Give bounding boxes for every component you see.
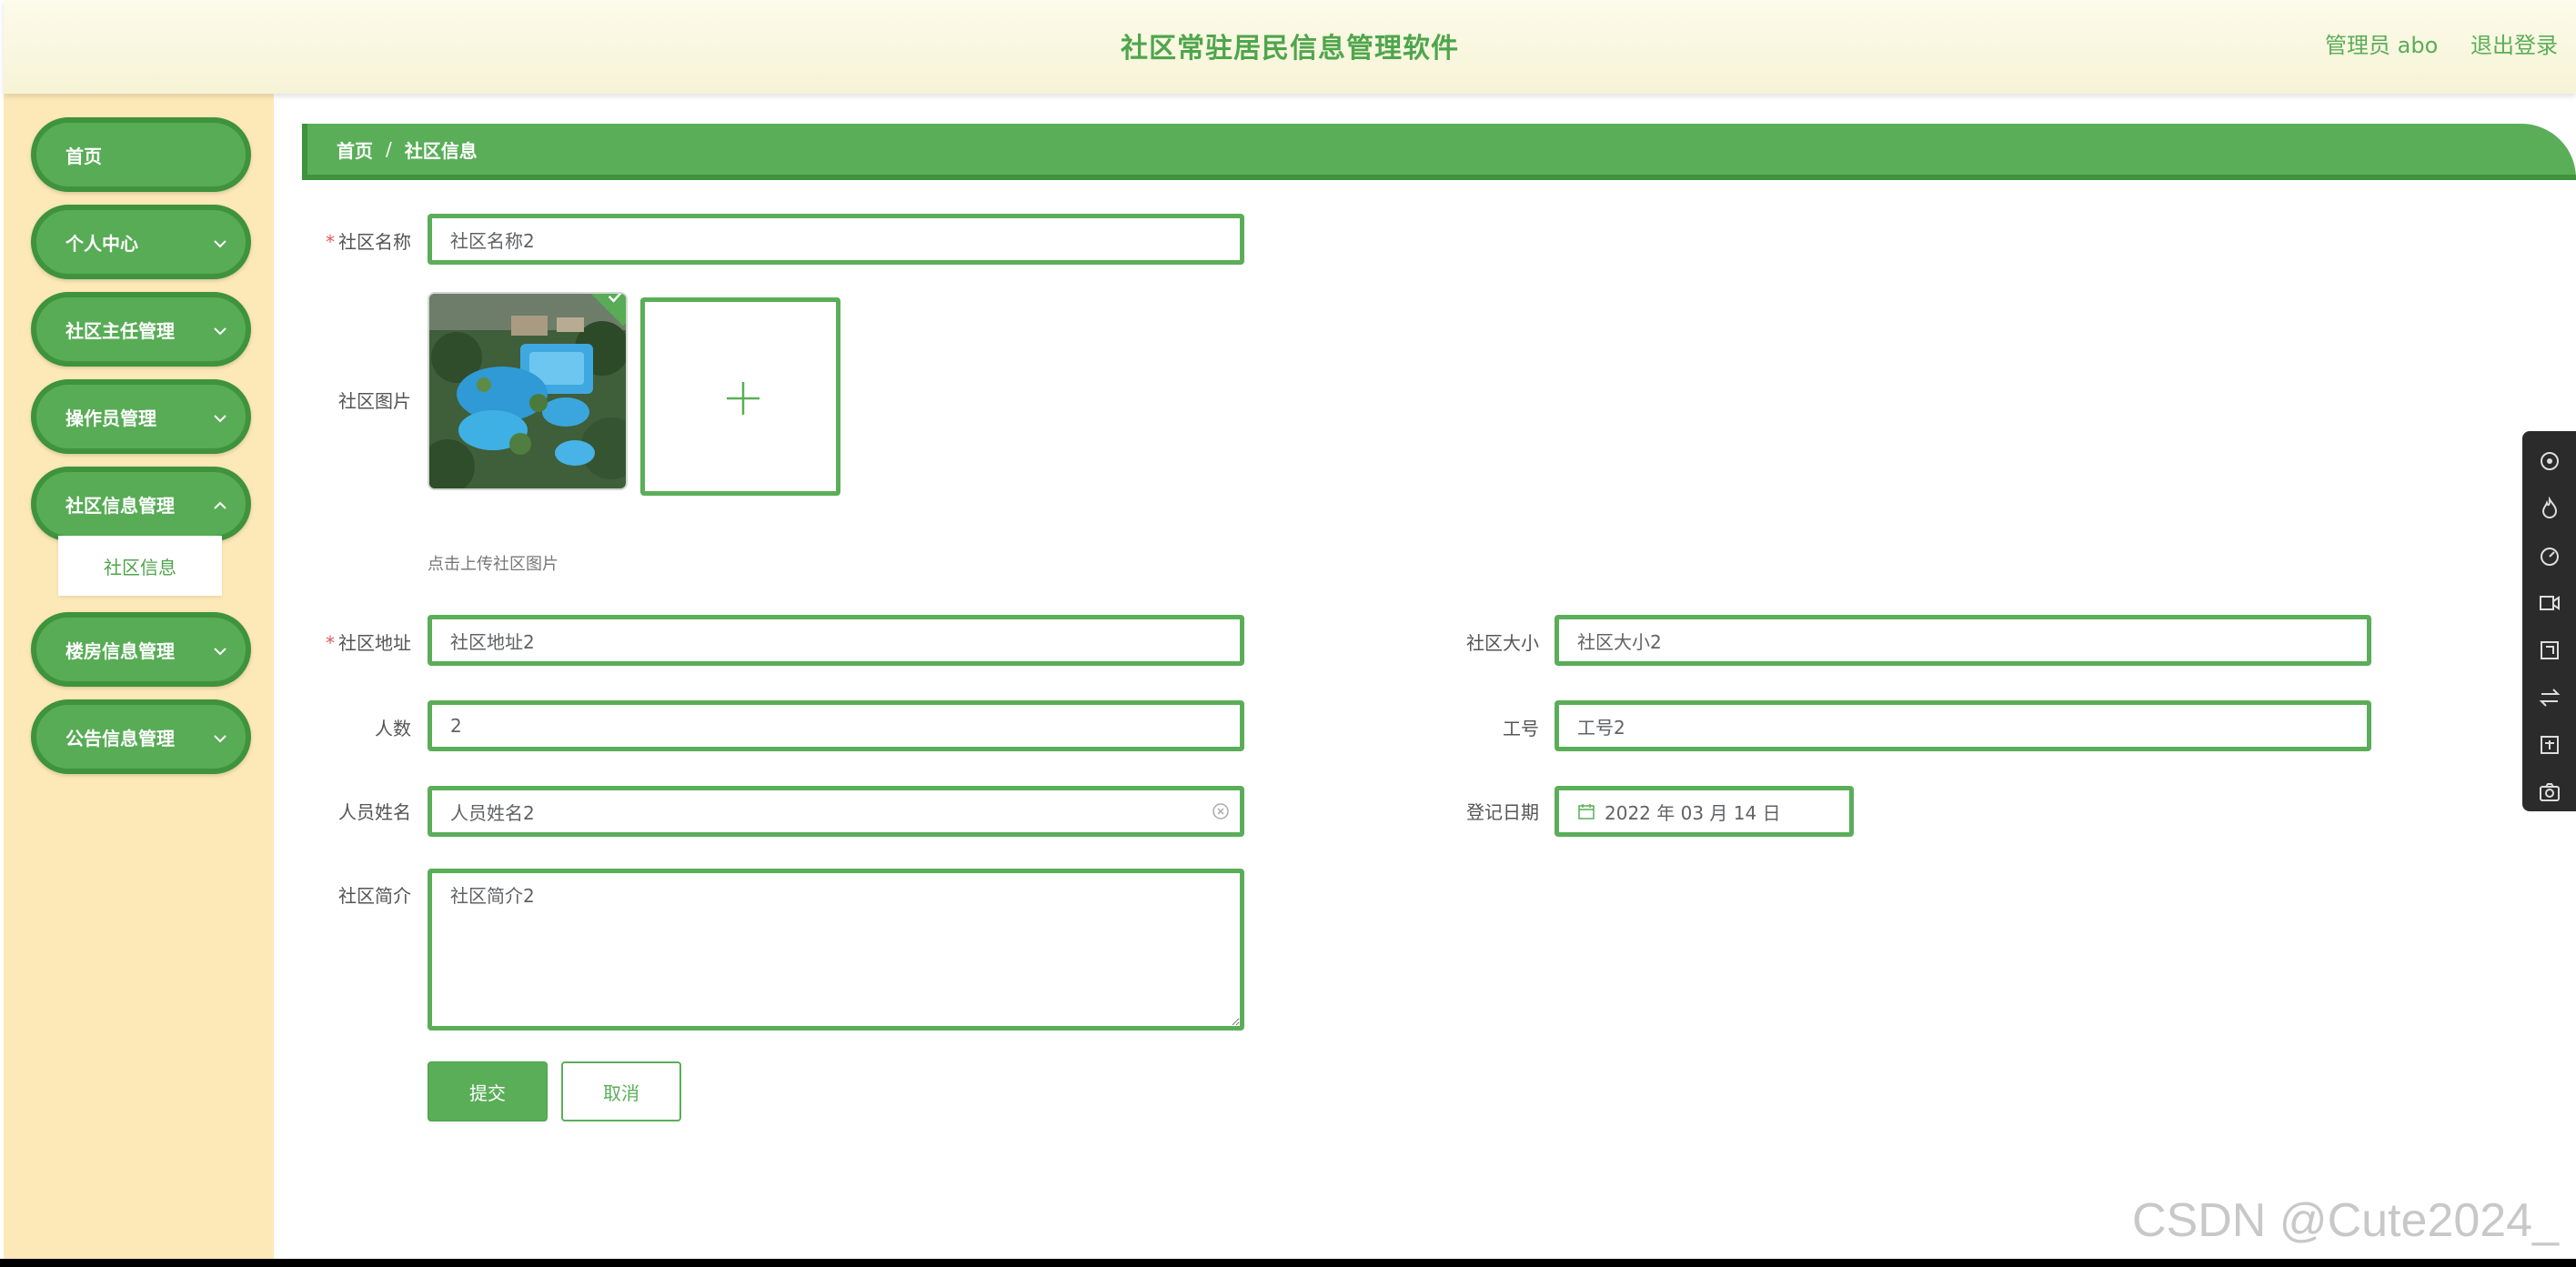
breadcrumb: 首页 / 社区信息 <box>302 124 2576 180</box>
clear-circle-icon[interactable] <box>1211 801 1231 821</box>
sidebar-item-building-management[interactable]: 楼房信息管理 <box>31 612 251 687</box>
sidebar-item-home[interactable]: 首页 <box>31 117 251 192</box>
sidebar-item-label: 公告信息管理 <box>65 727 175 749</box>
chevron-up-icon <box>214 501 226 509</box>
community-photo[interactable] <box>428 292 628 490</box>
person-name-value: 人员姓名2 <box>450 801 535 824</box>
breadcrumb-home[interactable]: 首页 <box>337 136 373 163</box>
reg-date-value: 2022 年 03 月 14 日 <box>1605 801 1781 824</box>
user-label: 管理员 abo <box>2325 33 2439 58</box>
people-count-input[interactable]: 2 <box>428 700 1244 751</box>
sidebar-item-label: 个人中心 <box>65 232 138 255</box>
top-header: 社区常驻居民信息管理软件 管理员 abo 退出登录 <box>4 0 2576 94</box>
name-label: * 社区名称 <box>266 227 411 254</box>
submit-button[interactable]: 提交 <box>428 1061 548 1121</box>
chevron-down-icon <box>214 415 226 423</box>
floating-toolbar <box>2522 431 2576 811</box>
search-circle-icon[interactable] <box>2538 449 2561 473</box>
sidebar-subitem-community-info[interactable]: 社区信息 <box>58 536 222 596</box>
sidebar-item-operator-management[interactable]: 操作员管理 <box>31 379 251 454</box>
camera-icon[interactable] <box>2538 780 2561 804</box>
size-label: 社区大小 <box>1466 632 1539 654</box>
sidebar-item-label: 社区主任管理 <box>65 319 175 342</box>
person-name-input[interactable]: 人员姓名2 <box>428 786 1244 837</box>
sidebar-item-community-info-management[interactable]: 社区信息管理 <box>31 467 251 541</box>
community-size-input[interactable]: 社区大小2 <box>1555 615 2371 666</box>
job-no-label: 工号 <box>1503 718 1539 739</box>
sidebar: 首页 个人中心 社区主任管理 操作员管理 社区信息管理 社区信息 楼房信息管理 … <box>4 94 274 1259</box>
sidebar-item-label: 首页 <box>65 145 102 167</box>
chevron-down-icon <box>214 240 226 248</box>
image-label: 社区图片 <box>338 390 411 412</box>
job-no-input[interactable]: 工号2 <box>1555 700 2371 751</box>
cancel-button[interactable]: 取消 <box>561 1061 681 1121</box>
upload-hint: 点击上传社区图片 <box>428 555 558 574</box>
calendar-icon <box>1578 804 1595 820</box>
logout-link[interactable]: 退出登录 <box>2470 27 2558 59</box>
sidebar-item-label: 楼房信息管理 <box>65 639 175 662</box>
required-mark: * <box>326 231 335 253</box>
translate-icon[interactable] <box>2538 733 2561 757</box>
video-record-icon[interactable] <box>2538 591 2561 615</box>
chevron-down-icon <box>214 648 226 656</box>
reg-date-label: 登记日期 <box>1466 801 1539 823</box>
sidebar-item-director-management[interactable]: 社区主任管理 <box>31 292 251 367</box>
person-name-label: 人员姓名 <box>338 801 411 823</box>
breadcrumb-current: 社区信息 <box>404 139 478 162</box>
screen-capture-icon[interactable] <box>2538 639 2561 662</box>
address-label-text: 社区地址 <box>338 632 411 654</box>
pool-photo-image <box>429 294 626 488</box>
sidebar-item-label: 社区信息管理 <box>65 494 175 517</box>
breadcrumb-separator: / <box>386 138 392 160</box>
sidebar-item-notice-management[interactable]: 公告信息管理 <box>31 699 251 774</box>
fire-icon[interactable] <box>2538 497 2561 520</box>
check-icon <box>608 294 623 303</box>
image-upload-button[interactable] <box>640 297 840 496</box>
plus-icon <box>727 382 760 415</box>
app-window: 社区常驻居民信息管理软件 管理员 abo 退出登录 首页 个人中心 社区主任管理… <box>0 0 2576 1259</box>
gauge-icon[interactable] <box>2538 544 2561 568</box>
watermark: CSDN @Cute2024_ <box>2132 1194 2560 1247</box>
community-address-input[interactable]: 社区地址2 <box>428 615 1244 666</box>
app-title: 社区常驻居民信息管理软件 <box>1121 33 1459 65</box>
community-intro-textarea[interactable]: 社区简介2 <box>428 869 1244 1031</box>
reg-date-picker[interactable]: 2022 年 03 月 14 日 <box>1555 786 1854 837</box>
chevron-down-icon <box>214 735 226 743</box>
swap-icon[interactable] <box>2538 686 2561 709</box>
count-label: 人数 <box>375 718 411 739</box>
sidebar-item-label: 操作员管理 <box>65 407 156 429</box>
intro-label: 社区简介 <box>338 885 411 907</box>
name-label-text: 社区名称 <box>338 231 411 253</box>
chevron-down-icon <box>214 327 226 336</box>
sidebar-item-personal-center[interactable]: 个人中心 <box>31 205 251 279</box>
address-label: * 社区地址 <box>266 628 411 655</box>
community-name-input[interactable]: 社区名称2 <box>428 214 1244 265</box>
required-mark: * <box>326 632 335 654</box>
